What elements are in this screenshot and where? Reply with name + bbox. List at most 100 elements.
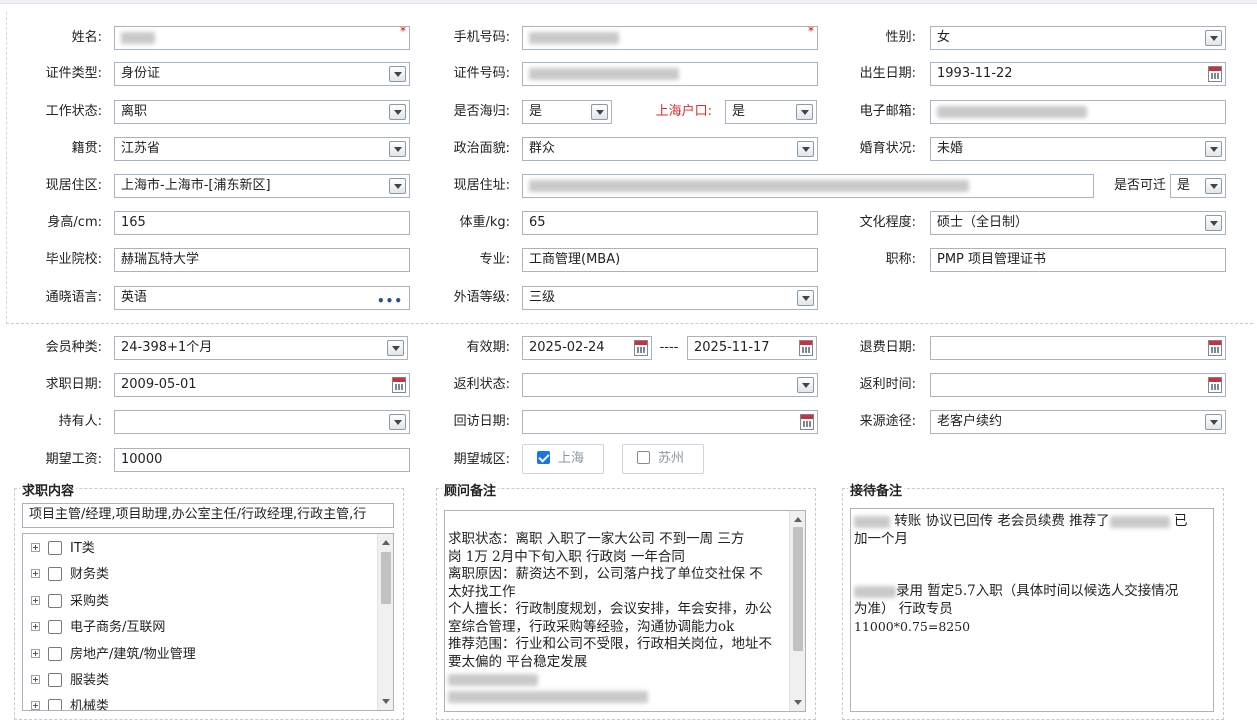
chevron-down-icon[interactable]: [389, 414, 406, 430]
notes-scrollbar[interactable]: [789, 511, 805, 711]
scroll-down-icon[interactable]: [794, 700, 802, 705]
source-select[interactable]: 老客户续约: [930, 410, 1226, 434]
more-icon[interactable]: •••: [377, 290, 403, 309]
work-status-select[interactable]: 离职: [114, 100, 410, 124]
expand-icon[interactable]: [31, 649, 40, 658]
scroll-up-icon[interactable]: [382, 540, 390, 545]
reception-notes-textarea[interactable]: 转账 协议已回传 老会员续费 推荐了 已 加一个月 录用 暂定5.7入职（具体时…: [850, 508, 1214, 712]
tree-node[interactable]: 电子商务/互联网: [31, 619, 165, 637]
calendar-icon[interactable]: [1208, 340, 1222, 356]
visit-date-input[interactable]: [522, 410, 818, 434]
name-redacted: [121, 31, 155, 44]
birthday-input[interactable]: 1993-11-22: [930, 62, 1226, 86]
native-place-select[interactable]: 江苏省: [114, 137, 410, 161]
refund-date-input[interactable]: [930, 336, 1226, 360]
chevron-down-icon[interactable]: [591, 104, 608, 120]
calendar-icon[interactable]: [392, 377, 406, 393]
phone-input[interactable]: *: [522, 26, 818, 50]
marital-select[interactable]: 未婚: [930, 137, 1226, 161]
checkbox-icon[interactable]: [48, 699, 62, 710]
chevron-down-icon[interactable]: [796, 104, 813, 120]
chevron-down-icon[interactable]: [797, 141, 814, 157]
expand-icon[interactable]: [31, 622, 40, 631]
id-number-input[interactable]: [522, 62, 818, 86]
checkbox-icon[interactable]: [48, 673, 62, 687]
gender-select[interactable]: 女: [930, 26, 1226, 50]
expand-icon[interactable]: [31, 569, 40, 578]
residence-area-value: 上海市-上海市-[浦东新区]: [121, 178, 271, 193]
expand-icon[interactable]: [31, 675, 40, 684]
height-input[interactable]: 165: [114, 211, 410, 235]
name-input[interactable]: *: [114, 26, 410, 50]
calendar-icon[interactable]: [800, 414, 814, 430]
major-input[interactable]: 工商管理(MBA): [522, 248, 818, 272]
tree-node[interactable]: 采购类: [31, 593, 109, 611]
tree-node[interactable]: 财务类: [31, 566, 109, 584]
residence-area-select[interactable]: 上海市-上海市-[浦东新区]: [114, 174, 410, 198]
expand-icon[interactable]: [31, 543, 40, 552]
job-summary-input[interactable]: 项目主管/经理,项目助理,办公室主任/行政经理,行政主管,行: [22, 503, 394, 528]
id-type-select[interactable]: 身份证: [114, 62, 410, 86]
political-select[interactable]: 群众: [522, 137, 818, 161]
chevron-down-icon[interactable]: [389, 141, 406, 157]
chevron-down-icon[interactable]: [1205, 414, 1222, 430]
scroll-thumb[interactable]: [793, 527, 803, 651]
city-option-suzhou[interactable]: 苏州: [622, 444, 704, 474]
chevron-down-icon[interactable]: [1205, 141, 1222, 157]
chevron-down-icon[interactable]: [1205, 178, 1222, 194]
tree-node[interactable]: 房地产/建筑/物业管理: [31, 646, 196, 664]
checkbox-icon[interactable]: [48, 620, 62, 634]
validity-to-input[interactable]: 2025-11-17: [687, 336, 817, 360]
checkbox-icon[interactable]: [48, 647, 62, 661]
chevron-down-icon[interactable]: [389, 66, 406, 82]
holder-select[interactable]: [114, 410, 410, 434]
tree-node[interactable]: 服装类: [31, 672, 109, 690]
salary-input[interactable]: 10000: [114, 448, 410, 472]
residence-addr-input[interactable]: [522, 174, 1094, 198]
school-input[interactable]: 赫瑞瓦特大学: [114, 248, 410, 272]
chevron-down-icon[interactable]: [387, 340, 404, 356]
scroll-down-icon[interactable]: [382, 699, 390, 704]
scroll-up-icon[interactable]: [794, 517, 802, 522]
tree-scrollbar[interactable]: [377, 534, 393, 710]
calendar-icon[interactable]: [1208, 66, 1222, 82]
languages-input[interactable]: 英语 •••: [114, 286, 410, 310]
checkbox-icon[interactable]: [48, 594, 62, 608]
chevron-down-icon[interactable]: [1205, 215, 1222, 231]
chevron-down-icon[interactable]: [1205, 30, 1222, 46]
scroll-thumb[interactable]: [381, 552, 391, 604]
chevron-down-icon[interactable]: [389, 178, 406, 194]
rebate-status-select[interactable]: [522, 373, 818, 397]
weight-input[interactable]: 65: [522, 211, 818, 235]
overseas-select[interactable]: 是: [522, 100, 612, 124]
checkbox-icon[interactable]: [48, 567, 62, 581]
title-input[interactable]: PMP 项目管理证书: [930, 248, 1226, 272]
email-input[interactable]: [930, 100, 1226, 124]
checkbox-icon[interactable]: [637, 451, 650, 464]
shanghai-hukou-select[interactable]: 是: [725, 100, 817, 124]
chevron-down-icon[interactable]: [797, 377, 814, 393]
checkbox-checked-icon[interactable]: [537, 451, 550, 464]
tree-node[interactable]: 机械类: [31, 698, 109, 710]
member-type-select[interactable]: 24-398+1个月: [114, 336, 408, 360]
chevron-down-icon[interactable]: [797, 290, 814, 306]
education-label: 文化程度:: [859, 215, 916, 230]
tree-node[interactable]: IT类: [31, 540, 95, 558]
chevron-down-icon[interactable]: [389, 104, 406, 120]
validity-from-input[interactable]: 2025-02-24: [522, 336, 652, 360]
checkbox-icon[interactable]: [48, 541, 62, 555]
calendar-icon[interactable]: [634, 340, 648, 356]
calendar-icon[interactable]: [799, 340, 813, 356]
relocate-select[interactable]: 是: [1170, 174, 1226, 198]
city-option-shanghai[interactable]: 上海: [522, 444, 604, 474]
rebate-time-input[interactable]: [930, 373, 1226, 397]
calendar-icon[interactable]: [1208, 377, 1222, 393]
birthday-value: 1993-11-22: [937, 66, 1013, 81]
relocate-value: 是: [1177, 178, 1191, 193]
job-date-input[interactable]: 2009-05-01: [114, 373, 410, 397]
lang-level-select[interactable]: 三级: [522, 286, 818, 310]
expand-icon[interactable]: [31, 596, 40, 605]
consultant-notes-textarea[interactable]: 求职状态：离职 入职了一家大公司 不到一周 三方 岗 1万 2月中下旬入职 行政…: [444, 510, 806, 712]
expand-icon[interactable]: [31, 701, 40, 710]
education-select[interactable]: 硕士（全日制）: [930, 211, 1226, 235]
